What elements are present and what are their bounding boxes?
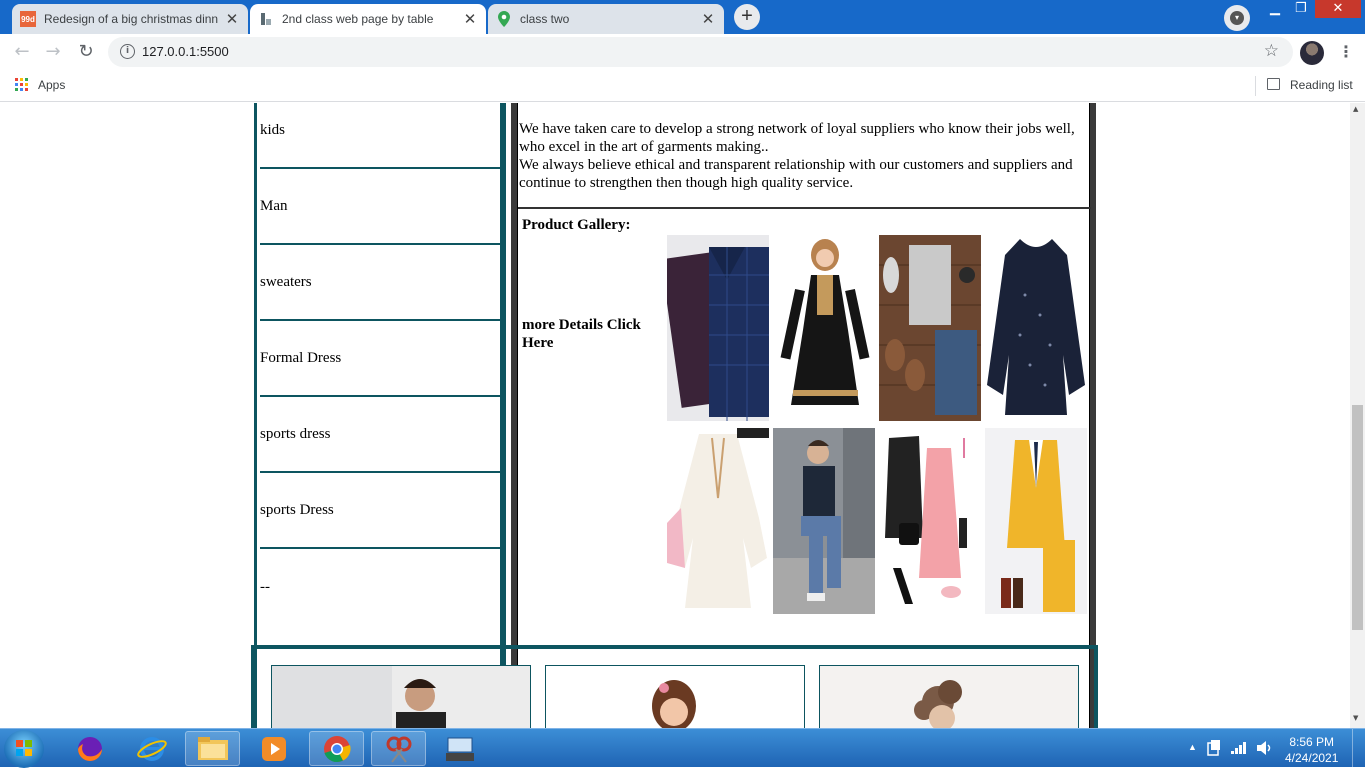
- product-image-girl-dress[interactable]: [773, 235, 875, 421]
- category-label[interactable]: sweaters: [260, 274, 312, 291]
- featured-card-man[interactable]: [271, 665, 531, 728]
- chevron-down-icon: ▾: [1230, 11, 1244, 25]
- about-text-2: We always believe ethical and transparen…: [519, 157, 1073, 191]
- tab-redesign[interactable]: 99d Redesign of a big christmas dinn ✕: [12, 4, 248, 34]
- show-desktop-button[interactable]: [1352, 729, 1365, 768]
- forward-button[interactable]: →: [41, 40, 65, 64]
- category-label[interactable]: sports Dress: [260, 502, 334, 519]
- category-label[interactable]: Man: [260, 198, 288, 215]
- featured-card-girl[interactable]: [545, 665, 805, 728]
- category-label[interactable]: kids: [260, 122, 285, 139]
- network-icon[interactable]: [1231, 742, 1247, 754]
- start-button[interactable]: [4, 730, 44, 768]
- more-details-link[interactable]: more Details Click Here: [522, 316, 662, 352]
- scrollbar-thumb[interactable]: [1352, 405, 1363, 630]
- product-image-yellow-suit[interactable]: [985, 428, 1087, 614]
- page-favicon-icon: [258, 11, 274, 27]
- category-item-sports-dress[interactable]: sports dress: [260, 397, 500, 473]
- browser-tab-strip: 99d Redesign of a big christmas dinn ✕ 2…: [0, 0, 1365, 34]
- menu-icon[interactable]: ⋮: [1338, 42, 1354, 61]
- tab-search-button[interactable]: ▾: [1224, 5, 1250, 31]
- category-sidebar: kids Man sweaters Formal Dress sports dr…: [254, 103, 506, 728]
- product-image-men-flatlay[interactable]: [879, 235, 981, 421]
- about-text: We have taken care to develop a strong n…: [519, 121, 1075, 155]
- category-label[interactable]: Formal Dress: [260, 350, 341, 367]
- product-image-shirts[interactable]: [667, 235, 769, 421]
- content-table: We have taken care to develop a strong n…: [517, 103, 1091, 728]
- featured-section: [251, 645, 1098, 728]
- product-image-pink-outfit[interactable]: [879, 428, 981, 614]
- divider: [1255, 76, 1256, 96]
- 99designs-favicon-icon: 99d: [20, 11, 36, 27]
- info-icon[interactable]: i: [120, 44, 135, 59]
- clock-time: 8:56 PM: [1289, 735, 1335, 749]
- featured-card-curly[interactable]: [819, 665, 1079, 728]
- category-label[interactable]: --: [260, 579, 270, 596]
- category-item-man[interactable]: Man: [260, 169, 500, 245]
- system-tray: ▲ 8:56 PM 4/24/2021: [1185, 729, 1365, 768]
- apps-shortcut[interactable]: Apps: [38, 78, 65, 92]
- tab-title: class two: [520, 12, 570, 26]
- reload-button[interactable]: ↻: [74, 40, 98, 64]
- category-item-sweaters[interactable]: sweaters: [260, 245, 500, 321]
- section-divider: [518, 207, 1091, 209]
- browser-toolbar: ← → ↻ i 127.0.0.1:5500 ☆ ⋮: [0, 34, 1365, 70]
- url-text[interactable]: 127.0.0.1:5500: [142, 44, 229, 59]
- category-item-kids[interactable]: kids: [260, 103, 500, 169]
- keyboard-app-icon[interactable]: [432, 731, 487, 766]
- file-explorer-icon[interactable]: [185, 731, 240, 766]
- bookmark-star-icon[interactable]: ☆: [1264, 41, 1279, 61]
- media-player-icon[interactable]: [246, 731, 301, 766]
- restore-button[interactable]: ❐: [1289, 0, 1313, 18]
- back-button[interactable]: ←: [10, 40, 34, 64]
- category-item-placeholder[interactable]: --: [260, 549, 500, 625]
- internet-explorer-icon[interactable]: [124, 731, 179, 766]
- scroll-down-arrow-icon[interactable]: ▼: [1353, 714, 1358, 722]
- firefox-icon[interactable]: [62, 731, 117, 766]
- category-item-sports-dress-2[interactable]: sports Dress: [260, 473, 500, 549]
- maps-pin-icon: [496, 11, 512, 27]
- minimize-button[interactable]: ▁: [1263, 0, 1287, 18]
- tray-expand-icon[interactable]: ▲: [1188, 742, 1197, 752]
- tab-title: Redesign of a big christmas dinn: [44, 12, 219, 26]
- product-image-navy-top[interactable]: [985, 235, 1087, 421]
- windows-taskbar: ▲ 8:56 PM 4/24/2021: [0, 728, 1365, 768]
- volume-icon[interactable]: [1257, 741, 1273, 755]
- bookmarks-bar: Apps Reading list: [0, 70, 1365, 102]
- close-tab-icon[interactable]: ✕: [462, 10, 478, 28]
- apps-grid-icon[interactable]: [15, 78, 28, 91]
- product-image-white-tunic[interactable]: [667, 428, 769, 614]
- product-image-man-street[interactable]: [773, 428, 875, 614]
- new-tab-button[interactable]: +: [734, 4, 760, 30]
- reading-list-button[interactable]: Reading list: [1290, 78, 1353, 92]
- scroll-up-arrow-icon[interactable]: ▲: [1353, 105, 1358, 113]
- clock-date: 4/24/2021: [1285, 751, 1339, 765]
- close-window-button[interactable]: ✕: [1315, 0, 1361, 18]
- reading-list-icon[interactable]: [1267, 78, 1280, 90]
- profile-avatar[interactable]: [1300, 41, 1324, 65]
- page-viewport: kids Man sweaters Formal Dress sports dr…: [0, 103, 1350, 728]
- gallery-title: Product Gallery:: [522, 217, 631, 233]
- content-panel: We have taken care to develop a strong n…: [511, 103, 1096, 728]
- tab-2nd-class[interactable]: 2nd class web page by table ✕: [250, 4, 486, 34]
- category-label[interactable]: sports dress: [260, 426, 330, 443]
- chrome-icon[interactable]: [309, 731, 364, 766]
- address-bar[interactable]: i 127.0.0.1:5500 ☆: [108, 37, 1293, 67]
- about-paragraph: We have taken care to develop a strong n…: [519, 120, 1087, 192]
- page-scrollbar[interactable]: ▲ ▼: [1350, 103, 1365, 728]
- tab-class-two[interactable]: class two ✕: [488, 4, 724, 34]
- clock[interactable]: 8:56 PM 4/24/2021: [1285, 734, 1338, 766]
- action-center-icon[interactable]: [1207, 740, 1221, 756]
- category-item-formal-dress[interactable]: Formal Dress: [260, 321, 500, 397]
- tab-title: 2nd class web page by table: [282, 12, 434, 26]
- snipping-tool-icon[interactable]: [371, 731, 426, 766]
- close-tab-icon[interactable]: ✕: [224, 10, 240, 28]
- close-tab-icon[interactable]: ✕: [700, 10, 716, 28]
